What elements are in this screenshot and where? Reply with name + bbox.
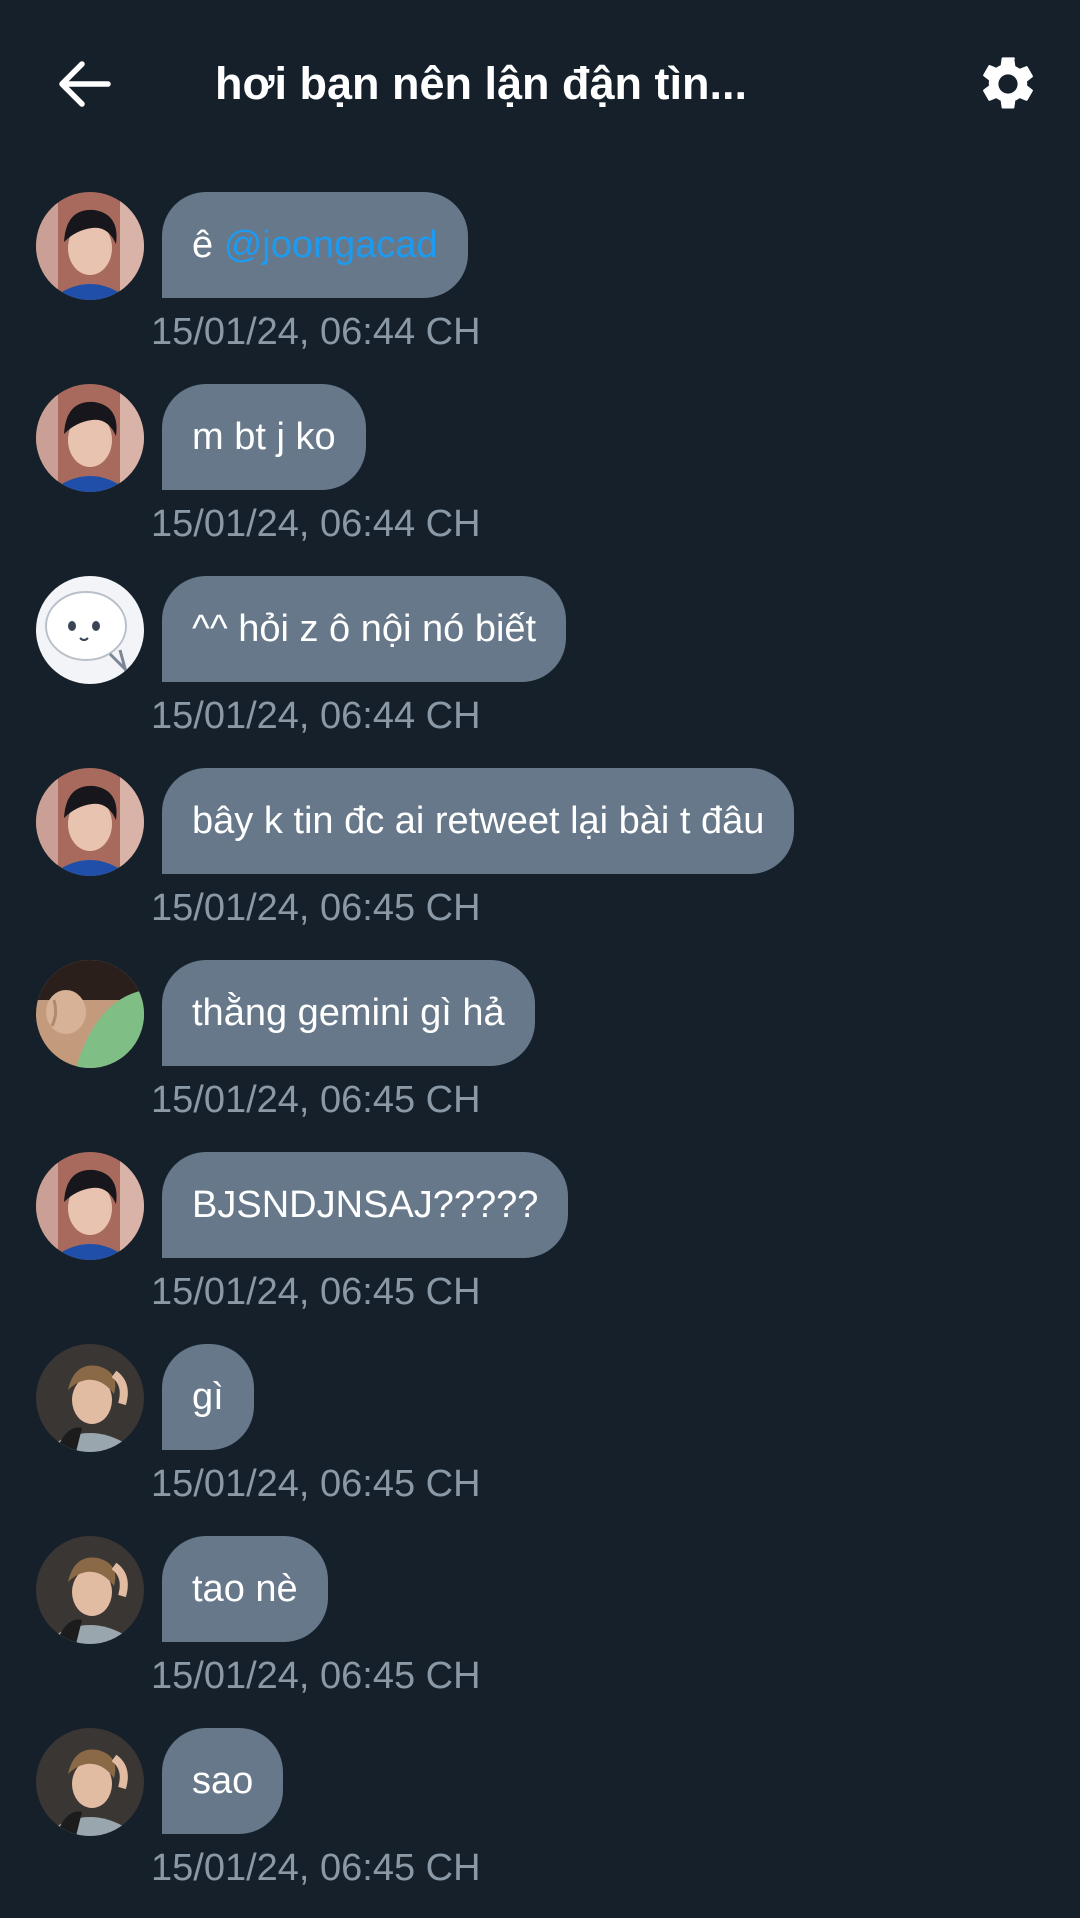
avatar-skin-green (36, 960, 144, 1068)
avatar-light-hair-boy (36, 1344, 144, 1452)
message-timestamp: 15/01/24, 06:45 CH (151, 1847, 481, 1889)
message-row: ê @joongacad 15/01/24, 06:44 CH (0, 190, 1080, 382)
avatar[interactable] (36, 1344, 144, 1452)
message-timestamp: 15/01/24, 06:45 CH (151, 1463, 481, 1505)
avatar-white-cartoon (36, 576, 144, 684)
avatar-light-hair-boy (36, 1536, 144, 1644)
message-bubble[interactable]: sao (162, 1728, 284, 1834)
avatar[interactable] (36, 1536, 144, 1644)
avatar-dark-hair-boy (36, 768, 144, 876)
message-row: bây k tin đc ai retweet lại bài t đâu 15… (0, 766, 1080, 958)
avatar[interactable] (36, 1728, 144, 1836)
message-row: ^^ hỏi z ô nội nó biết 15/01/24, 06:44 C… (0, 574, 1080, 766)
message-bubble[interactable]: tao nè (162, 1536, 328, 1642)
avatar[interactable] (36, 1152, 144, 1260)
settings-button[interactable] (976, 52, 1040, 116)
message-timestamp: 15/01/24, 06:45 CH (151, 1271, 481, 1313)
conversation-title: hơi bạn nên lận đận tìn... (215, 58, 748, 109)
message-timestamp: 15/01/24, 06:44 CH (151, 503, 481, 545)
message-row: thằng gemini gì hả 15/01/24, 06:45 CH (0, 958, 1080, 1150)
message-text: ê (192, 224, 224, 266)
avatar-dark-hair-boy (36, 192, 144, 300)
mention-link[interactable]: @joongacad (224, 224, 438, 266)
avatar[interactable] (36, 768, 144, 876)
arrow-left-icon (59, 61, 111, 107)
message-bubble[interactable]: ^^ hỏi z ô nội nó biết (162, 576, 567, 682)
message-bubble[interactable]: BJSNDJNSAJ????? (162, 1152, 569, 1258)
message-row: sao 15/01/24, 06:45 CH (0, 1726, 1080, 1918)
conversation-header: hơi bạn nên lận đận tìn... (0, 0, 1080, 170)
message-timestamp: 15/01/24, 06:45 CH (151, 1655, 481, 1697)
avatar-light-hair-boy (36, 1728, 144, 1836)
gear-icon (983, 57, 1033, 109)
message-bubble[interactable]: thằng gemini gì hả (162, 960, 535, 1066)
message-bubble[interactable]: ê @joongacad (162, 192, 468, 298)
back-button[interactable] (52, 52, 116, 116)
avatar[interactable] (36, 384, 144, 492)
message-row: tao nè 15/01/24, 06:45 CH (0, 1534, 1080, 1726)
message-timestamp: 15/01/24, 06:45 CH (151, 887, 481, 929)
message-row: m bt j ko 15/01/24, 06:44 CH (0, 382, 1080, 574)
message-bubble[interactable]: gì (162, 1344, 254, 1450)
message-bubble[interactable]: bây k tin đc ai retweet lại bài t đâu (162, 768, 795, 874)
message-list: ê @joongacad 15/01/24, 06:44 CH m bt j k… (0, 190, 1080, 1918)
avatar[interactable] (36, 960, 144, 1068)
message-timestamp: 15/01/24, 06:45 CH (151, 1079, 481, 1121)
avatar-dark-hair-boy (36, 1152, 144, 1260)
avatar[interactable] (36, 192, 144, 300)
message-timestamp: 15/01/24, 06:44 CH (151, 695, 481, 737)
avatar-dark-hair-boy (36, 384, 144, 492)
message-bubble[interactable]: m bt j ko (162, 384, 366, 490)
avatar[interactable] (36, 576, 144, 684)
message-timestamp: 15/01/24, 06:44 CH (151, 311, 481, 353)
message-row: gì 15/01/24, 06:45 CH (0, 1342, 1080, 1534)
message-row: BJSNDJNSAJ????? 15/01/24, 06:45 CH (0, 1150, 1080, 1342)
